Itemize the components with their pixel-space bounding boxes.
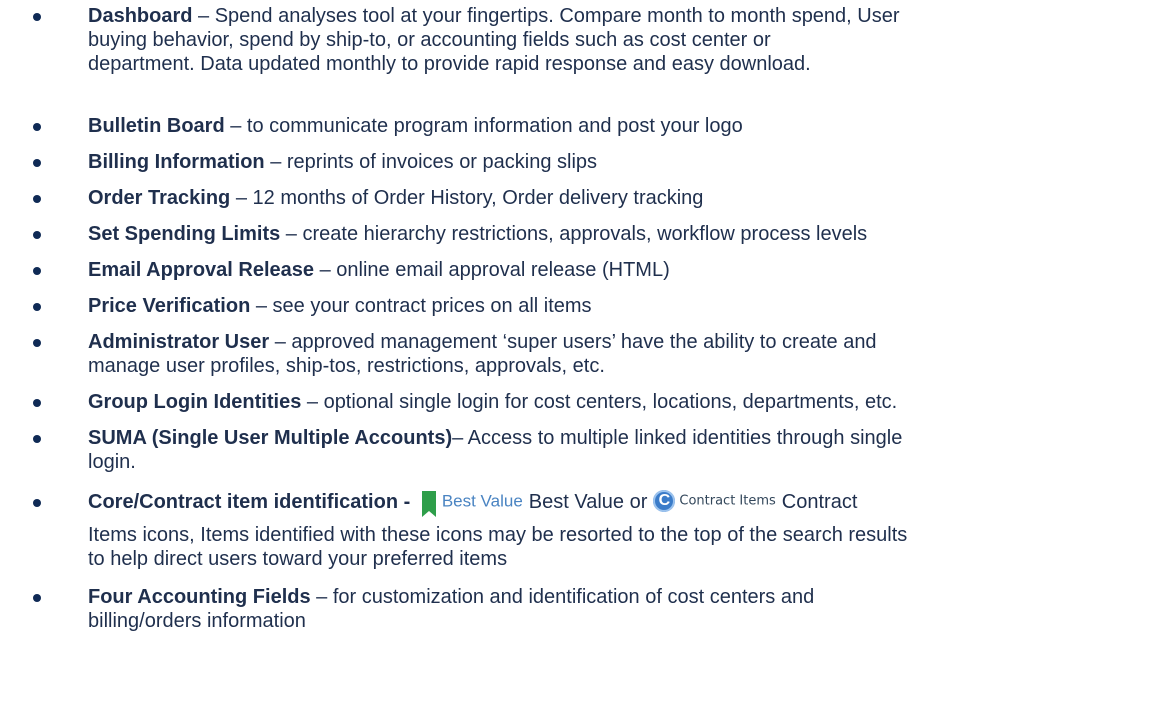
bullet-icon xyxy=(33,123,41,131)
item-description: – approved management ‘super users’ have… xyxy=(269,331,877,353)
bullet-icon xyxy=(33,435,41,443)
bullet-icon xyxy=(33,303,41,311)
item-description: to help direct users toward your preferr… xyxy=(88,548,508,570)
bullet-icon xyxy=(33,231,41,239)
item-description: Contract xyxy=(781,491,858,513)
item-title: Administrator User xyxy=(88,331,270,353)
item-description: buying behavior, spend by ship-to, or ac… xyxy=(88,29,771,51)
item-description: – to communicate program information and… xyxy=(224,115,743,137)
item-title: Four Accounting Fields xyxy=(88,586,311,608)
item-description: billing/orders information xyxy=(88,610,306,632)
best-value-badge: Best Value xyxy=(421,488,523,518)
item-description: department. Data updated monthly to prov… xyxy=(88,53,811,75)
item-description: – see your contract prices on all items xyxy=(250,295,592,317)
item-title: Set Spending Limits xyxy=(88,223,281,245)
bullet-icon xyxy=(33,13,41,21)
item-description: – create hierarchy restrictions, approva… xyxy=(280,223,868,245)
item-description: – Spend analyses tool at your fingertips… xyxy=(192,5,900,27)
item-title: SUMA (Single User Multiple Accounts) xyxy=(88,427,453,449)
contract-c-icon: C xyxy=(653,490,676,513)
bullet-icon xyxy=(33,195,41,203)
item-description: login. xyxy=(88,451,136,473)
bullet-icon xyxy=(33,499,41,507)
item-description: – reprints of invoices or packing slips xyxy=(264,151,598,173)
bullet-icon xyxy=(33,159,41,167)
item-description: – optional single login for cost centers… xyxy=(301,391,898,413)
item-title: Dashboard xyxy=(88,5,193,27)
item-description: Items icons, Items identified with these… xyxy=(88,524,908,546)
bookmark-icon xyxy=(421,491,436,518)
item-title: Price Verification xyxy=(88,295,251,317)
bullet-icon xyxy=(33,339,41,347)
item-description: – online email approval release (HTML) xyxy=(314,259,670,281)
item-description: manage user profiles, ship-tos, restrict… xyxy=(88,355,605,377)
item-title: Bulletin Board xyxy=(88,115,225,137)
item-title: Core/Contract item identification - xyxy=(88,491,416,513)
item-description: – Access to multiple linked identities t… xyxy=(452,427,903,449)
bullet-icon xyxy=(33,399,41,407)
item-description: – 12 months of Order History, Order deli… xyxy=(230,187,704,209)
item-description: Best Value or xyxy=(528,491,648,513)
contract-items-badge: C Contract Items xyxy=(653,488,776,514)
bullet-icon xyxy=(33,594,41,602)
item-description: – for customization and identification o… xyxy=(310,586,815,608)
item-title: Billing Information xyxy=(88,151,265,173)
item-title: Order Tracking xyxy=(88,187,231,209)
item-title: Email Approval Release xyxy=(88,259,315,281)
bullet-icon xyxy=(33,267,41,275)
item-title: Group Login Identities xyxy=(88,391,302,413)
